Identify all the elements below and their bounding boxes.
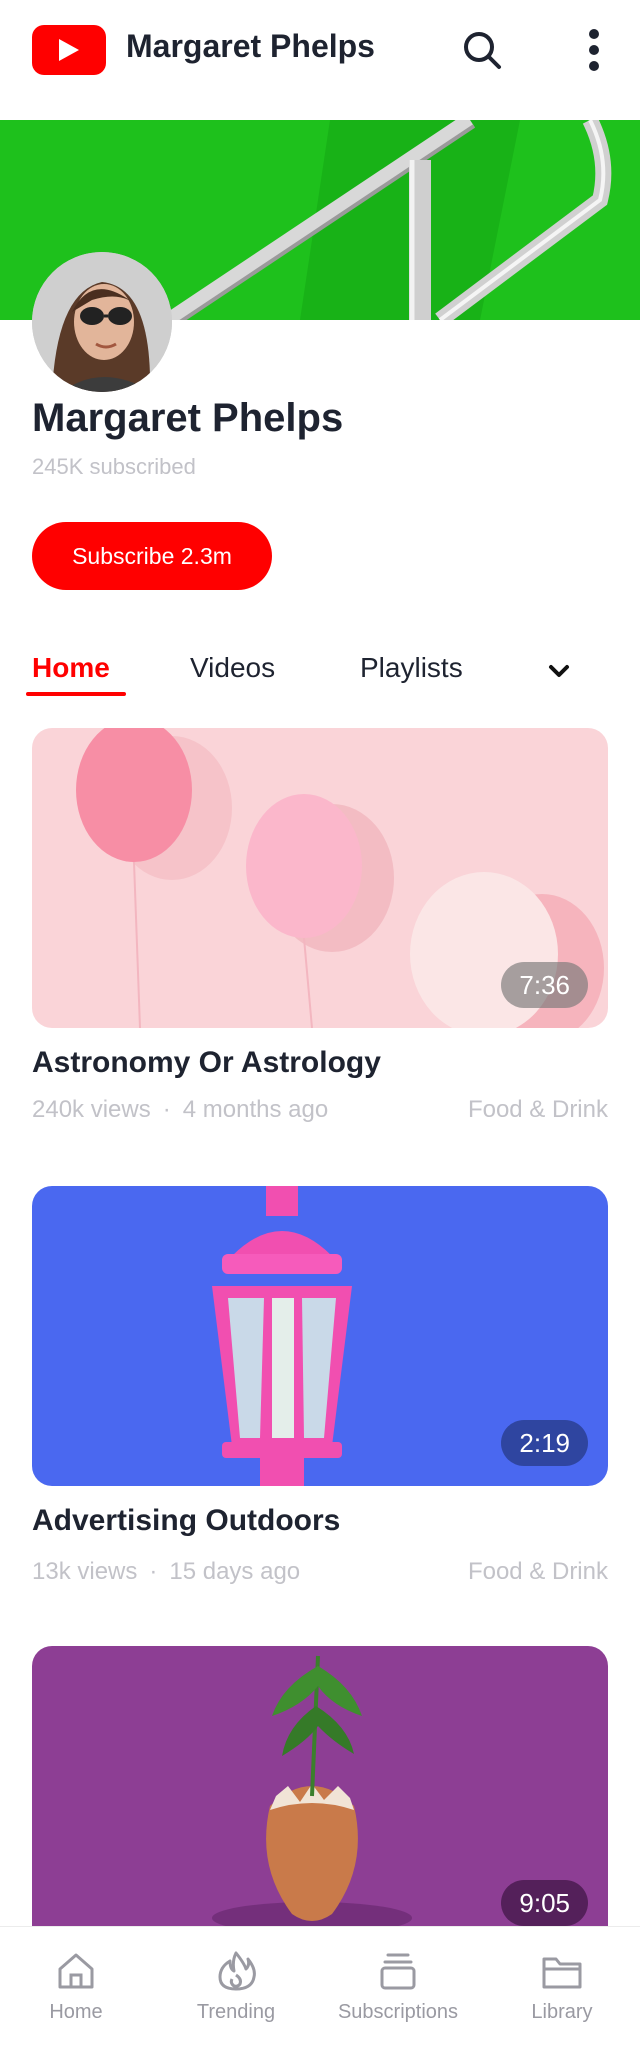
video-meta: 13k views · 15 days ago <box>32 1558 300 1586</box>
video-title[interactable]: Advertising Outdoors <box>32 1504 340 1538</box>
video-thumbnail[interactable]: 7:36 <box>32 728 608 1028</box>
video-card[interactable]: 2:19 Advertising Outdoors 13k views · 15 d… <box>32 1186 608 1585</box>
video-card[interactable]: 9:05 <box>32 1646 608 1946</box>
video-age: 15 days ago <box>169 1558 301 1585</box>
flame-icon <box>218 1951 256 1991</box>
video-duration: 7:36 <box>501 962 588 1008</box>
video-age: 4 months ago <box>182 1096 329 1123</box>
nav-label: Home <box>49 2001 103 2023</box>
folder-icon <box>542 1957 582 1989</box>
tab-home[interactable]: Home <box>32 652 110 684</box>
nav-library[interactable]: Library <box>482 1927 640 2048</box>
channel-name: Margaret Phelps <box>32 396 344 440</box>
video-duration: 9:05 <box>501 1880 588 1926</box>
nav-label: Trending <box>196 2001 276 2023</box>
home-icon <box>58 1953 94 1989</box>
header-title: Margaret Phelps <box>126 28 375 64</box>
nav-home[interactable]: Home <box>0 1927 156 2048</box>
video-views: 13k views <box>32 1558 138 1585</box>
nav-label: Subscriptions <box>337 2001 459 2023</box>
video-meta: 240k views · 4 months ago <box>32 1096 328 1124</box>
video-category: Food & Drink <box>467 1558 608 1585</box>
video-views: 240k views <box>32 1096 151 1123</box>
video-thumbnail[interactable]: 2:19 <box>32 1186 608 1486</box>
video-title[interactable]: Astronomy Or Astrology <box>32 1046 381 1080</box>
youtube-logo-icon[interactable] <box>32 25 106 75</box>
subscriber-count: 245K subscribed <box>32 454 196 479</box>
video-duration: 2:19 <box>501 1420 588 1466</box>
subscribe-button[interactable]: Subscribe 2.3m <box>32 522 272 590</box>
top-app-bar: Margaret Phelps <box>0 0 640 120</box>
channel-tabs: Home Videos Playlists <box>0 640 640 704</box>
video-card[interactable]: 7:36 Astronomy Or Astrology 240k views · 4… <box>32 728 608 1123</box>
meta-separator: · <box>162 1096 171 1123</box>
search-icon[interactable] <box>458 26 506 74</box>
chevron-down-icon[interactable] <box>546 658 572 684</box>
bottom-navigation: Home Trending Subscriptions Library <box>0 1926 640 2048</box>
nav-subscriptions[interactable]: Subscriptions <box>318 1927 478 2048</box>
meta-separator: · <box>149 1558 158 1585</box>
video-thumbnail[interactable]: 9:05 <box>32 1646 608 1946</box>
subscriptions-icon <box>380 1953 416 1990</box>
video-category: Food & Drink <box>467 1096 608 1123</box>
tab-playlists[interactable]: Playlists <box>360 652 463 684</box>
channel-avatar[interactable] <box>32 252 172 392</box>
nav-trending[interactable]: Trending <box>156 1927 316 2048</box>
tab-videos[interactable]: Videos <box>190 652 275 684</box>
more-vertical-icon[interactable] <box>576 26 612 74</box>
nav-label: Library <box>531 2001 593 2023</box>
active-tab-indicator <box>26 692 126 696</box>
